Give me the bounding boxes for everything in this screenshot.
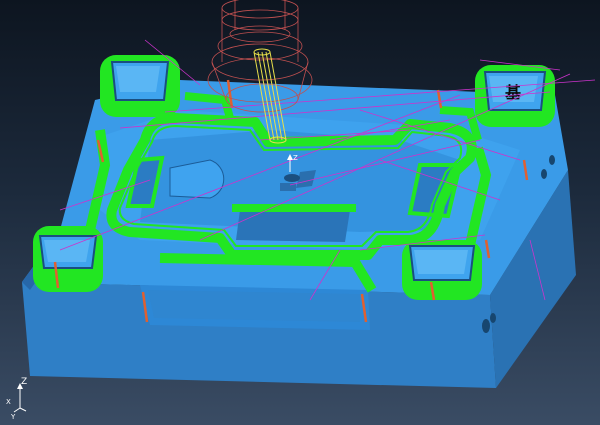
insert-bottom-left [33, 226, 103, 292]
side-hole [490, 313, 496, 323]
center-slot [236, 210, 350, 242]
view-triad[interactable]: Z X Y [6, 377, 27, 421]
triad-y-label: Y [10, 413, 16, 421]
tool-axis-label: Z [293, 154, 298, 162]
cam-3d-viewport[interactable]: 基 Z Z X Y [0, 0, 600, 425]
side-hole [549, 155, 555, 165]
triad-x-label: X [6, 398, 11, 406]
side-hole [541, 169, 547, 179]
insert-top-right: 基 [475, 65, 555, 127]
scene-svg[interactable]: 基 Z Z X Y [0, 0, 600, 425]
insert-bottom-right [402, 240, 482, 300]
mold-front-step-inner [148, 290, 360, 322]
triad-z-label: Z [21, 377, 27, 387]
insert-top-left [100, 55, 180, 117]
center-hole [284, 174, 300, 182]
side-hole [482, 319, 490, 333]
